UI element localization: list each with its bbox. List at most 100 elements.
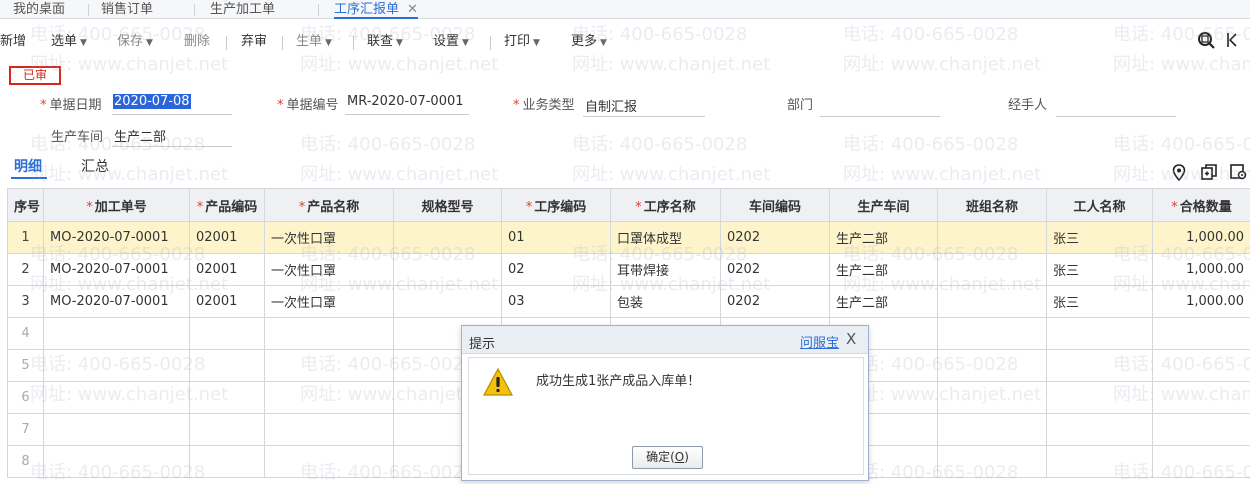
table-cell[interactable]: 4 <box>8 318 44 350</box>
table-cell[interactable] <box>1047 446 1153 478</box>
column-header[interactable]: 班组名称 <box>938 189 1047 222</box>
table-cell[interactable] <box>938 254 1047 286</box>
table-cell[interactable] <box>1047 350 1153 382</box>
column-header[interactable]: *工序名称 <box>611 189 721 222</box>
table-cell[interactable] <box>938 382 1047 414</box>
table-cell[interactable] <box>938 350 1047 382</box>
table-cell[interactable] <box>190 350 265 382</box>
workshop-field[interactable]: 生产二部 <box>114 126 166 145</box>
table-cell[interactable] <box>1047 318 1153 350</box>
tab-process-report[interactable]: 工序汇报单✕ <box>334 0 418 19</box>
copy-row-icon[interactable] <box>1201 164 1217 185</box>
table-cell[interactable] <box>190 414 265 446</box>
table-cell[interactable]: MO-2020-07-0001 <box>44 286 190 318</box>
table-cell[interactable]: 0202 <box>721 286 830 318</box>
table-cell[interactable]: 口罩体成型 <box>611 222 721 254</box>
table-cell[interactable] <box>394 254 502 286</box>
table-cell[interactable]: 生产二部 <box>830 222 938 254</box>
table-cell[interactable]: 02001 <box>190 254 265 286</box>
table-cell[interactable]: 一次性口罩 <box>265 222 394 254</box>
table-cell[interactable] <box>1153 318 1250 350</box>
tab-production-order[interactable]: 生产加工单 <box>210 0 275 19</box>
table-cell[interactable] <box>394 222 502 254</box>
generate-button[interactable]: 生单▼ <box>296 33 332 51</box>
tab-desktop[interactable]: 我的桌面 <box>13 0 65 19</box>
column-header[interactable]: *产品名称 <box>265 189 394 222</box>
column-header[interactable]: 规格型号 <box>394 189 502 222</box>
collapse-icon[interactable] <box>1225 31 1239 53</box>
table-cell[interactable] <box>44 446 190 478</box>
column-header[interactable]: 工人名称 <box>1047 189 1153 222</box>
table-cell[interactable]: 生产二部 <box>830 286 938 318</box>
table-cell[interactable] <box>190 382 265 414</box>
table-cell[interactable]: 张三 <box>1047 286 1153 318</box>
table-cell[interactable]: 01 <box>502 222 611 254</box>
table-cell[interactable]: 1 <box>8 222 44 254</box>
table-cell[interactable]: 张三 <box>1047 254 1153 286</box>
location-pin-icon[interactable] <box>1172 164 1186 185</box>
table-row[interactable]: 2MO-2020-07-000102001一次性口罩02耳带焊接0202生产二部… <box>8 254 1250 286</box>
table-cell[interactable] <box>44 350 190 382</box>
settings-button[interactable]: 设置▼ <box>433 33 469 51</box>
biztype-field[interactable]: 自制汇报 <box>585 96 637 115</box>
print-button[interactable]: 打印▼ <box>504 33 540 51</box>
table-cell[interactable]: 3 <box>8 286 44 318</box>
table-cell[interactable]: 张三 <box>1047 222 1153 254</box>
table-cell[interactable] <box>938 414 1047 446</box>
tab-detail[interactable]: 明细 <box>14 156 42 176</box>
table-cell[interactable]: 03 <box>502 286 611 318</box>
select-button[interactable]: 选单▼ <box>51 33 87 51</box>
table-cell[interactable] <box>1047 382 1153 414</box>
save-button[interactable]: 保存▼ <box>117 33 153 51</box>
table-row[interactable]: 1MO-2020-07-000102001一次性口罩01口罩体成型0202生产二… <box>8 222 1250 254</box>
table-cell[interactable] <box>265 446 394 478</box>
table-cell[interactable] <box>44 318 190 350</box>
date-field[interactable]: 2020-07-08 <box>113 94 191 109</box>
table-cell[interactable] <box>265 318 394 350</box>
table-cell[interactable] <box>190 446 265 478</box>
close-icon[interactable]: ✕ <box>407 2 418 17</box>
tab-summary[interactable]: 汇总 <box>81 156 109 176</box>
table-cell[interactable]: MO-2020-07-0001 <box>44 222 190 254</box>
table-cell[interactable] <box>394 286 502 318</box>
table-cell[interactable]: 生产二部 <box>830 254 938 286</box>
new-button[interactable]: 新增 <box>0 33 26 51</box>
table-cell[interactable]: 一次性口罩 <box>265 254 394 286</box>
table-cell[interactable]: 耳带焊接 <box>611 254 721 286</box>
table-cell[interactable]: MO-2020-07-0001 <box>44 254 190 286</box>
table-cell[interactable] <box>938 446 1047 478</box>
search-zoom-icon[interactable] <box>1197 31 1215 53</box>
ok-button[interactable]: 确定(O) <box>632 446 703 469</box>
table-cell[interactable]: 1,000.00 <box>1153 254 1250 286</box>
table-cell[interactable] <box>1153 382 1250 414</box>
table-cell[interactable] <box>938 222 1047 254</box>
table-cell[interactable] <box>190 318 265 350</box>
table-cell[interactable]: 1,000.00 <box>1153 286 1250 318</box>
column-header[interactable]: *工序编码 <box>502 189 611 222</box>
number-field[interactable]: MR-2020-07-0001 <box>347 94 464 109</box>
query-button[interactable]: 联查▼ <box>367 33 403 51</box>
table-cell[interactable] <box>265 350 394 382</box>
table-cell[interactable] <box>1153 446 1250 478</box>
table-cell[interactable]: 02 <box>502 254 611 286</box>
table-cell[interactable]: 6 <box>8 382 44 414</box>
table-cell[interactable] <box>938 286 1047 318</box>
table-cell[interactable]: 包装 <box>611 286 721 318</box>
abandon-audit-button[interactable]: 弃审 <box>241 33 267 51</box>
table-cell[interactable]: 1,000.00 <box>1153 222 1250 254</box>
column-header[interactable]: *加工单号 <box>44 189 190 222</box>
delete-button[interactable]: 删除 <box>184 33 210 51</box>
help-link[interactable]: 问服宝 <box>800 332 839 351</box>
table-row[interactable]: 3MO-2020-07-000102001一次性口罩 03包装0202生产二部 张三… <box>8 286 1250 318</box>
table-cell[interactable]: 02001 <box>190 286 265 318</box>
table-cell[interactable] <box>938 318 1047 350</box>
table-cell[interactable] <box>1047 414 1153 446</box>
more-button[interactable]: 更多▼ <box>571 33 607 51</box>
column-header[interactable]: 车间编码 <box>721 189 830 222</box>
table-cell[interactable] <box>44 382 190 414</box>
table-cell[interactable]: 一次性口罩 <box>265 286 394 318</box>
table-cell[interactable]: 02001 <box>190 222 265 254</box>
table-cell[interactable] <box>1153 414 1250 446</box>
table-cell[interactable]: 8 <box>8 446 44 478</box>
table-cell[interactable]: 5 <box>8 350 44 382</box>
